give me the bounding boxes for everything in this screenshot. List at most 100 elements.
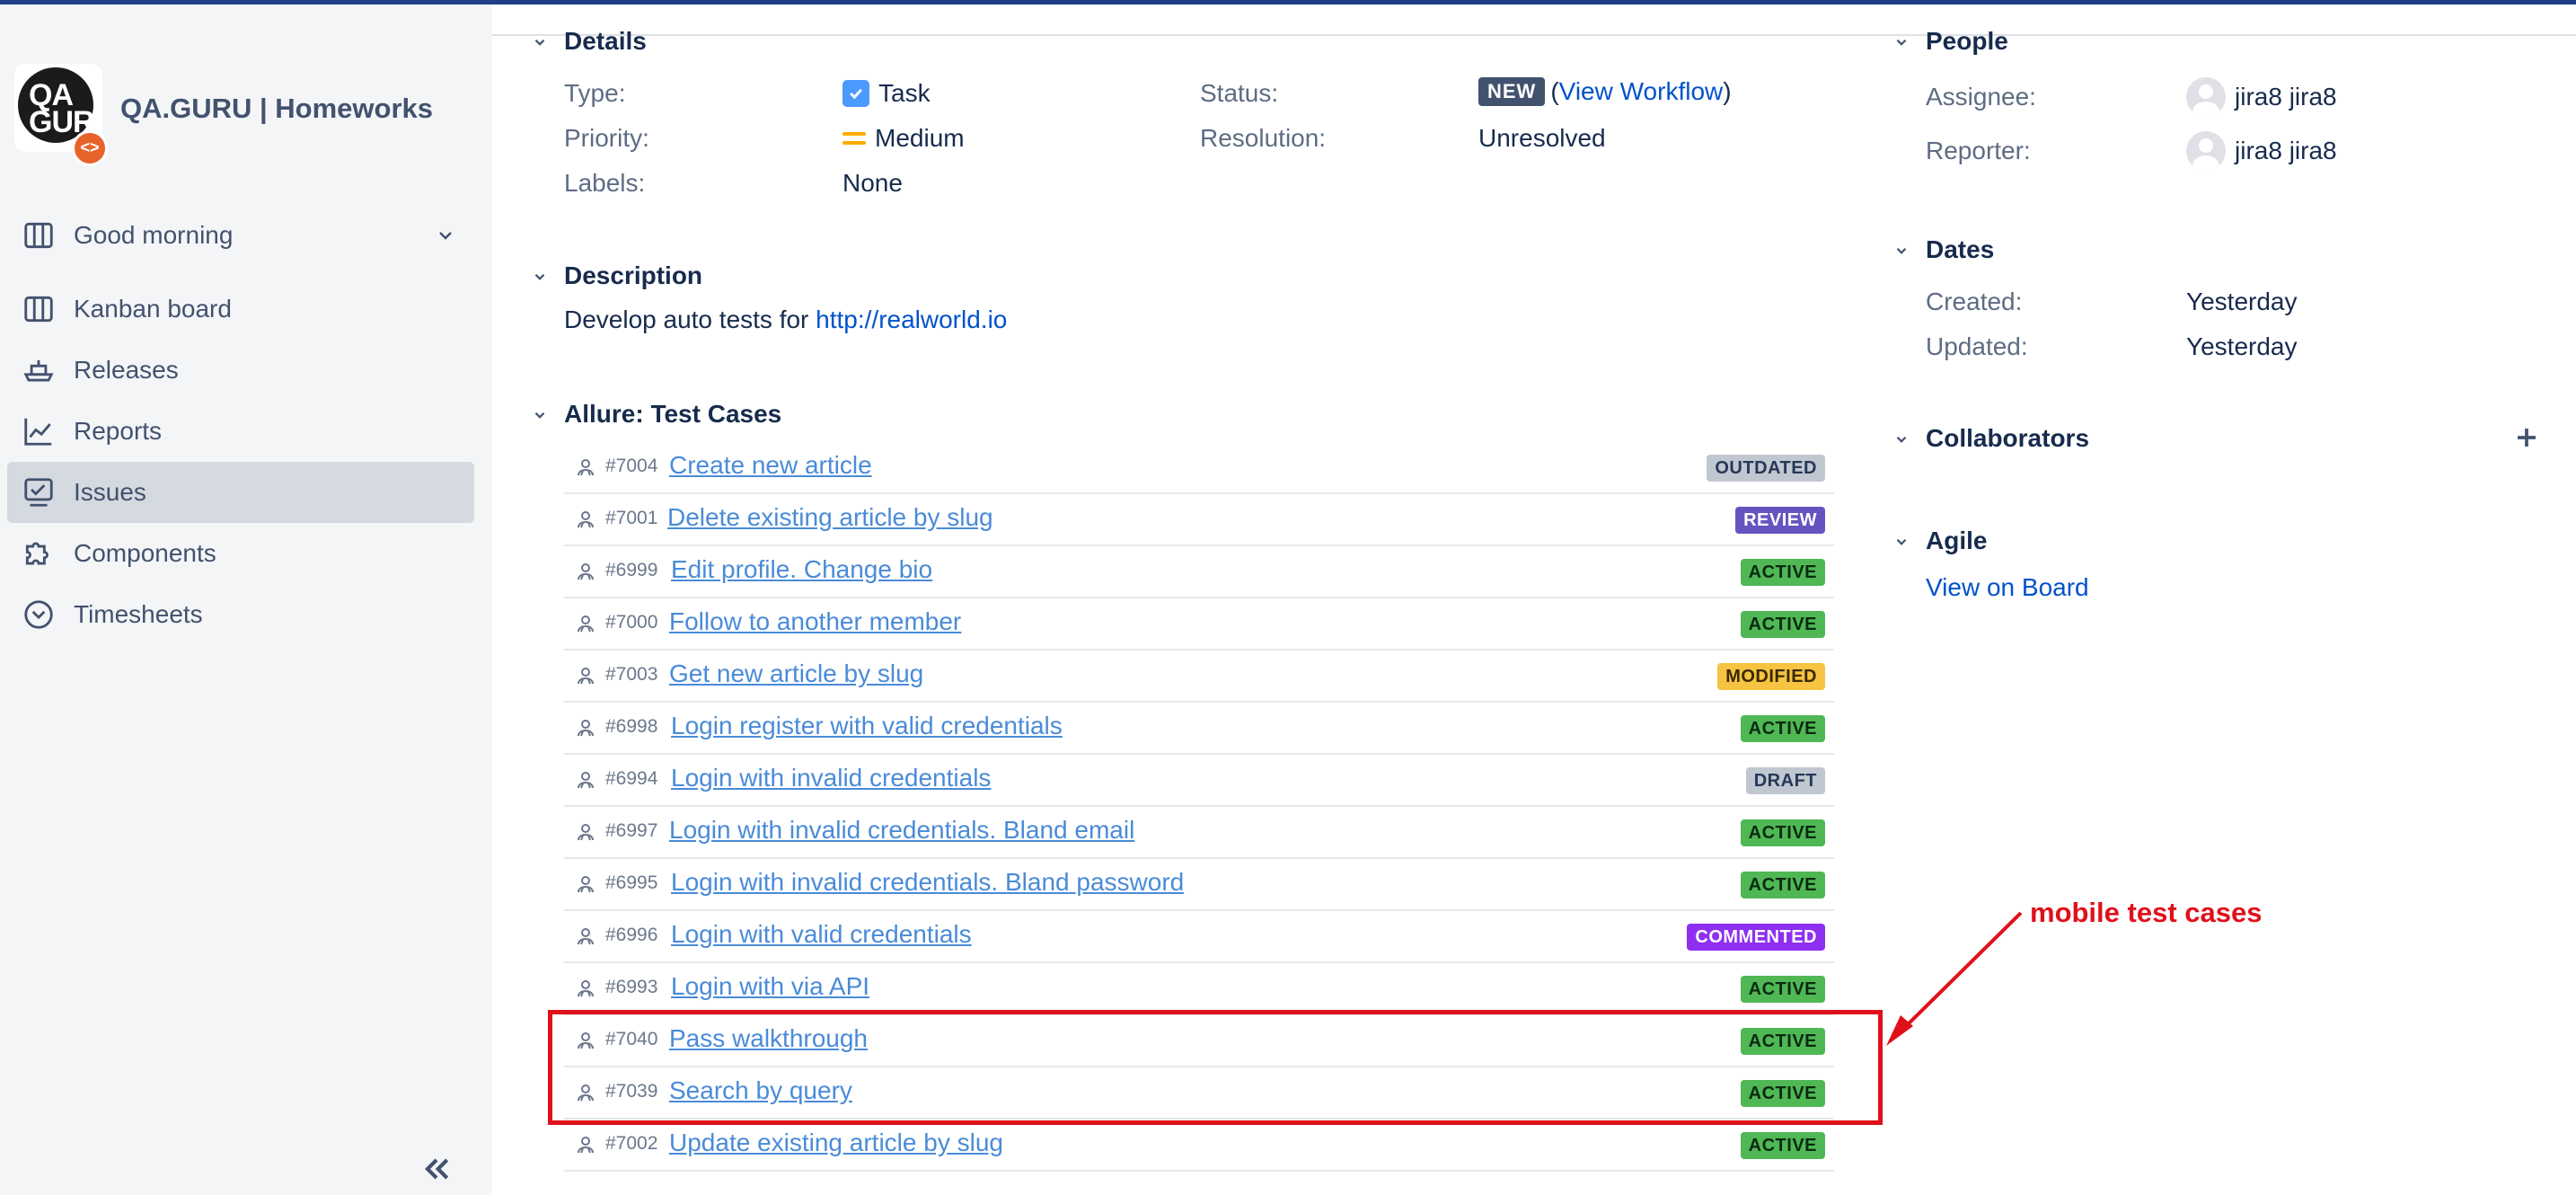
sidebar-item-timesheets[interactable]: Timesheets [7,584,474,645]
collapse-sidebar-icon[interactable] [419,1151,454,1187]
test-case-link[interactable]: Delete existing article by slug [667,503,993,532]
test-case-id: #7002 [605,1133,658,1154]
sidebar-item-label: Kanban board [74,295,232,323]
test-case-status-badge: ACTIVE [1740,976,1825,1003]
chart-line-icon [24,418,52,446]
test-case-row: #7002 Update existing article by slug ACTI… [564,1118,1834,1172]
test-case-link[interactable]: Login register with valid credentials [671,712,1063,740]
test-case-status-badge: DRAFT [1745,767,1825,794]
test-case-id: #6993 [605,977,658,997]
test-case-status-badge: MODIFIED [1717,663,1825,690]
test-case-link[interactable]: Get new article by slug [669,659,923,688]
people-toggle[interactable] [1890,31,1913,54]
test-case-link[interactable]: Edit profile. Change bio [671,555,932,584]
test-case-link[interactable]: Update existing article by slug [669,1129,1003,1157]
test-case-status-badge: ACTIVE [1740,611,1825,638]
sidebar-item-releases[interactable]: Releases [7,340,474,401]
test-case-status-badge: ACTIVE [1740,819,1825,846]
test-case-link[interactable]: Login with valid credentials [671,920,972,949]
issues-icon [24,478,53,507]
clock-icon [24,600,53,629]
view-on-board-link[interactable]: View on Board [1926,573,2089,602]
task-type-icon [842,80,869,107]
test-case-row: #6997 Login with invalid credentials. Bla… [564,805,1834,859]
test-case-link[interactable]: Login with via API [671,972,869,1001]
manual-test-icon [578,615,594,633]
test-case-id: #6999 [605,560,658,580]
test-case-status-badge: ACTIVE [1740,559,1825,586]
test-case-id: #7003 [605,664,658,685]
test-case-id: #6998 [605,716,658,737]
test-case-row: #7004 Create new article OUTDATED [564,440,1834,494]
priority-label: Priority: [564,124,649,152]
reporter-name: jira8 jira8 [2235,137,2337,164]
view-workflow-link[interactable]: View Workflow [1559,77,1724,106]
manual-test-icon [578,772,594,789]
test-case-link[interactable]: Create new article [669,451,872,480]
test-case-link[interactable]: Login with invalid credentials [671,764,991,792]
priority-value: Medium [842,124,965,153]
sidebar-item-good-morning[interactable]: Good morning [7,205,474,266]
test-case-status-badge: ACTIVE [1740,1132,1825,1159]
ship-icon [23,359,54,382]
realworld-link[interactable]: http://realworld.io [816,305,1007,333]
sidebar-item-reports[interactable]: Reports [7,401,474,462]
sidebar-item-label: Releases [74,356,179,384]
sidebar: QA GURU <> QA.GURU | Homeworks Good morn… [0,4,492,1195]
agile-toggle[interactable] [1890,530,1913,553]
labels-label: Labels: [564,169,646,197]
test-case-status-badge: ACTIVE [1740,715,1825,742]
annotation-arrow [1886,911,2023,1046]
manual-test-icon [578,668,594,685]
updated-value: Yesterday [2186,332,2298,360]
type-text: Task [878,79,931,107]
chevron-down-icon [1896,39,1907,46]
logo-text: QA GURU [29,78,102,139]
test-case-row: #6998 Login register with valid credentia… [564,701,1834,755]
sidebar-item-issues[interactable]: Issues [7,462,474,523]
reporter-value[interactable]: jira8 jira8 [2186,131,2337,171]
sidebar-item-label: Components [74,539,216,567]
assignee-name: jira8 jira8 [2235,83,2337,111]
test-case-link[interactable]: Follow to another member [669,607,961,636]
project-name[interactable]: QA.GURU | Homeworks [120,93,433,125]
manual-test-icon [578,720,594,737]
type-value: Task [842,79,931,108]
test-case-row: #6995 Login with invalid credentials. Bla… [564,857,1834,911]
manual-test-icon [578,928,594,945]
test-case-id: #7004 [605,456,658,476]
resolution-value: Unresolved [1478,124,1606,152]
test-cases-toggle[interactable] [528,403,551,427]
sidebar-item-components[interactable]: Components [7,523,474,584]
test-case-link[interactable]: Login with invalid credentials. Bland pa… [671,868,1184,897]
sidebar-item-label: Timesheets [74,600,203,628]
add-collaborator-icon[interactable] [2513,424,2540,451]
sidebar-item-kanban-board[interactable]: Kanban board [7,279,474,340]
collaborators-title: Collaborators [1926,424,2090,452]
code-badge-icon: <> [72,130,108,166]
puzzle-icon [25,542,49,565]
status-value: NEW (View Workflow) [1478,77,1732,106]
test-case-id: #6994 [605,768,658,789]
test-case-row: #6999 Edit profile. Change bio ACTIVE [564,544,1834,598]
header-divider [492,34,2576,36]
test-case-link[interactable]: Login with invalid credentials. Bland em… [669,816,1134,845]
details-toggle[interactable] [528,31,551,54]
test-case-status-badge: COMMENTED [1687,924,1825,951]
created-value: Yesterday [2186,288,2298,315]
board-icon [24,222,53,249]
dates-toggle[interactable] [1890,239,1913,262]
reporter-avatar [2186,131,2226,171]
test-case-row: #7001 Delete existing article by slug REVI… [564,492,1834,546]
resolution-label: Resolution: [1200,124,1327,152]
assignee-value[interactable]: jira8 jira8 [2186,77,2337,117]
test-case-id: #7001 [605,508,658,528]
test-case-row: #6993 Login with via API ACTIVE [564,961,1834,1015]
details-title: Details [564,27,647,55]
description-toggle[interactable] [528,265,551,288]
chevron-down-icon[interactable] [435,225,456,246]
sidebar-item-label: Good morning [74,221,234,249]
collaborators-toggle[interactable] [1890,428,1913,451]
chevron-down-icon [1896,436,1907,443]
test-case-id: #6997 [605,820,658,841]
